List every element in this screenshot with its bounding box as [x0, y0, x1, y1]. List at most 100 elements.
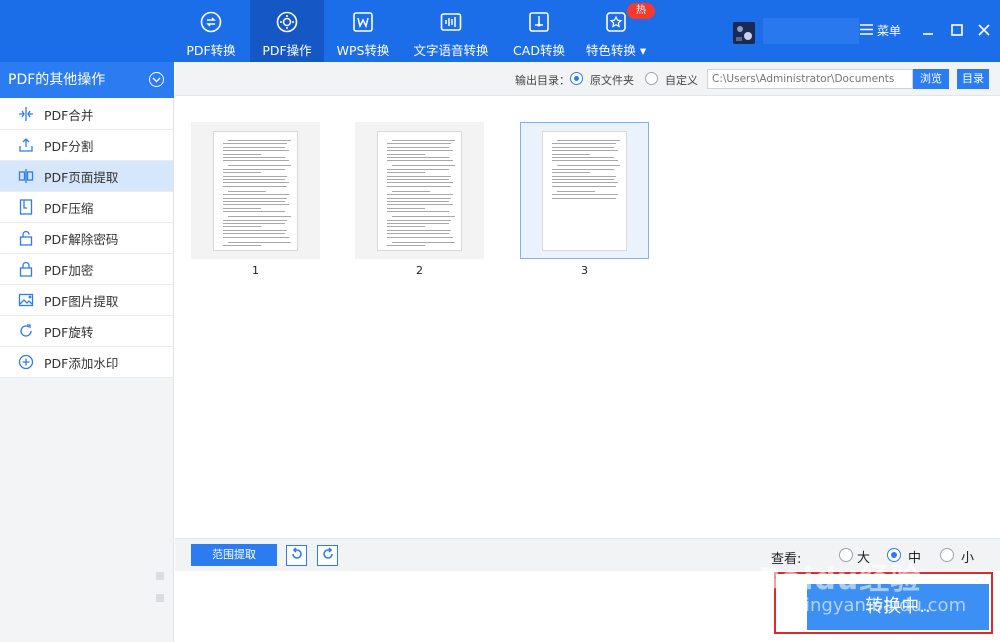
range-extract-button[interactable]: 范围提取 [191, 544, 277, 566]
sidebar-item-encrypt[interactable]: PDF加密 [0, 254, 173, 285]
option-original-label: 原文件夹 [590, 74, 634, 87]
radio-size-small[interactable] [940, 548, 954, 562]
user-name-box[interactable] [763, 18, 859, 44]
page-text-line [552, 179, 614, 180]
sidebar-item-split[interactable]: PDF分割 [0, 130, 173, 161]
rotate-right-button[interactable] [317, 545, 338, 566]
page-text-line [387, 179, 449, 180]
avatar[interactable] [733, 22, 755, 44]
collapse-chevron-icon[interactable] [149, 72, 164, 87]
nav-pdf-operate[interactable]: PDF操作 [250, 0, 324, 62]
sidebar-header[interactable]: PDF的其他操作 [0, 62, 174, 98]
page-text-line [387, 153, 425, 155]
nav-label: 文字语音转换 [413, 43, 489, 58]
output-path-input[interactable] [707, 69, 913, 89]
page-text-line [387, 245, 425, 246]
nav-text-voice[interactable]: 文字语音转换 [410, 0, 492, 62]
nav-wps-convert[interactable]: WPS转换 [330, 0, 396, 62]
page-thumbnail[interactable] [191, 122, 320, 259]
page-thumbnail[interactable] [355, 122, 484, 259]
page-text-line [228, 190, 266, 192]
nav-cad-convert[interactable]: CAD转换 [506, 0, 572, 62]
minimize-icon [922, 24, 934, 39]
chevron-down-icon: ▾ [635, 43, 647, 58]
rotate-icon [18, 323, 34, 339]
page-text-line [552, 160, 618, 162]
image-extract-icon [18, 292, 34, 308]
menu-button[interactable]: 菜单 [860, 22, 901, 39]
rotate-left-button[interactable] [286, 545, 307, 566]
page-text-line [223, 160, 289, 162]
maximize-button[interactable] [948, 22, 966, 40]
page-extract-icon [18, 168, 34, 184]
sidebar-item-unlock[interactable]: PDF解除密码 [0, 223, 173, 254]
merge-icon [18, 106, 34, 122]
rotate-left-icon [290, 547, 304, 564]
add-watermark-icon [18, 354, 34, 370]
page-text-line [228, 241, 291, 243]
page-text-line [223, 185, 287, 187]
page-text-line [223, 153, 261, 155]
output-dir-label: 输出目录： [515, 74, 570, 87]
page-text-line [387, 223, 449, 224]
page-text-line [557, 165, 620, 167]
page-number: 2 [416, 264, 423, 277]
baidu-watermark-url: jingyan.baidu.com [800, 595, 967, 616]
sidebar-item-page-extract[interactable]: PDF页面提取 [0, 161, 173, 192]
page-text-line [228, 140, 291, 141]
nav-label: CAD转换 [513, 43, 565, 58]
sidebar-item-rotate[interactable]: PDF旋转 [0, 316, 173, 347]
sidebar-item-label: PDF解除密码 [44, 231, 119, 247]
rotate-right-icon [321, 547, 335, 564]
page-text-line [223, 236, 289, 238]
sidebar-item-merge[interactable]: PDF合并 [0, 99, 173, 130]
page-text-line [223, 233, 285, 235]
page-text-line [552, 143, 616, 145]
page-text-line [552, 153, 590, 155]
sidebar-list: PDF合并 PDF分割 PDF页面提取 PDF压缩 PDF解除密码 PDF加密 … [0, 99, 173, 378]
page-text-line [387, 185, 451, 187]
sidebar-item-compress[interactable]: PDF压缩 [0, 192, 173, 223]
page-preview [542, 131, 627, 251]
sidebar-item-image-extract[interactable]: PDF图片提取 [0, 285, 173, 316]
page-text-line [392, 216, 455, 218]
page-text-line [228, 216, 291, 218]
page-text-line [387, 226, 425, 228]
radio-custom[interactable] [645, 72, 658, 85]
directory-button[interactable]: 目录 [957, 69, 989, 89]
menu-label: 菜单 [877, 24, 902, 38]
minimize-button[interactable] [919, 22, 937, 40]
nav-label: WPS转换 [336, 43, 390, 58]
page-text-line [552, 185, 616, 187]
page-text-line [223, 207, 261, 209]
page-text-line [552, 194, 618, 196]
voice-wave-icon [439, 10, 463, 34]
page-text-line [387, 219, 451, 221]
sidebar-decoration [156, 594, 164, 602]
sidebar-empty-area [0, 378, 173, 642]
output-dir-bar: 输出目录： 原文件夹 自定义 浏览 目录 [175, 62, 1000, 96]
page-text-line [223, 204, 289, 206]
sidebar-item-label: PDF分割 [44, 138, 94, 154]
page-text-line [223, 194, 289, 196]
page-text-line [552, 175, 616, 177]
page-text-line [223, 150, 289, 152]
page-text-line [223, 223, 285, 224]
page-preview [377, 131, 462, 251]
page-text-line [223, 182, 289, 184]
page-text-line [387, 233, 449, 235]
page-text-line [387, 146, 449, 148]
close-button[interactable] [975, 22, 993, 40]
page-text-line [223, 172, 261, 174]
page-thumbnail-selected[interactable] [520, 122, 649, 259]
nav-label: PDF操作 [262, 43, 312, 58]
nav-pdf-convert[interactable]: PDF转换 [178, 0, 244, 62]
sidebar-item-watermark[interactable]: PDF添加水印 [0, 347, 173, 378]
radio-original-folder[interactable] [570, 72, 583, 85]
page-text-line [223, 175, 287, 177]
page-text-line [387, 194, 453, 196]
sidebar-item-label: PDF旋转 [44, 324, 94, 340]
page-text-line [387, 236, 453, 238]
browse-button[interactable]: 浏览 [913, 69, 949, 89]
page-thumbnail-area: 1 2 3 [175, 97, 1000, 537]
